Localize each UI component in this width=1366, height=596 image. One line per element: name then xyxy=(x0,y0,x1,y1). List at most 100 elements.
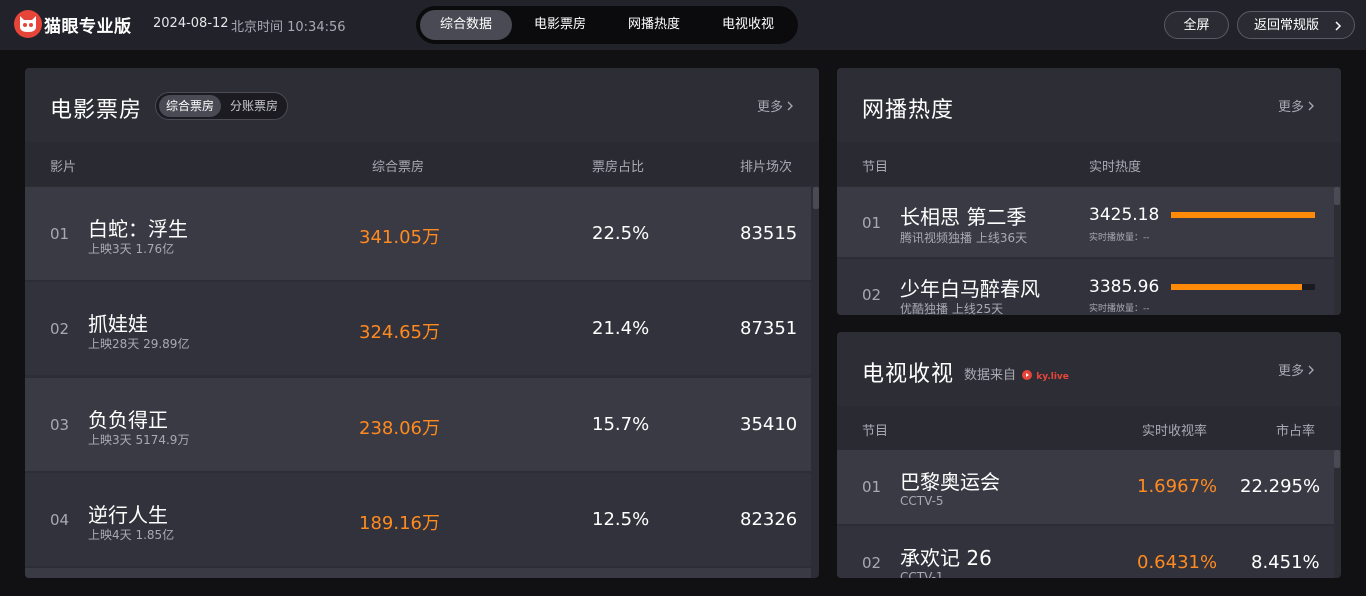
gross-share: 12.5% xyxy=(592,509,650,530)
chevron-right-icon xyxy=(1308,101,1315,111)
heat-bar xyxy=(1171,212,1315,218)
total-gross: 324.65万 xyxy=(359,322,440,343)
box-office-header-row: 影片 综合票房 票房占比 排片场次 xyxy=(25,142,819,186)
web-heat-card: 网播热度 更多 节目 实时热度 01 长相思 第二季 腾讯视频独播 上线36天 … xyxy=(837,68,1341,315)
heat-value: 3425.18 xyxy=(1089,205,1160,225)
box-office-scrollbar[interactable] xyxy=(813,187,819,209)
heat-play-label: 实时播放量：-- xyxy=(1089,304,1150,314)
table-row[interactable]: 01 长相思 第二季 腾讯视频独播 上线36天 3425.18 实时播放量：-- xyxy=(837,187,1334,257)
table-row[interactable]: 01 巴黎奥运会 CCTV-5 1.6967% 22.295% xyxy=(837,450,1334,524)
web-heat-header-row: 节目 实时热度 xyxy=(837,142,1341,186)
program-name: 承欢记 26 xyxy=(900,546,992,570)
gross-share: 15.7% xyxy=(592,414,650,435)
segment-total-gross[interactable]: 综合票房 xyxy=(159,95,221,117)
chevron-right-icon xyxy=(1335,21,1342,31)
col-program: 节目 xyxy=(862,424,889,439)
data-source-label: 数据来自 xyxy=(964,368,1017,383)
chevron-right-icon xyxy=(1308,365,1315,375)
tv-rating-header-row: 节目 实时收视率 市占率 xyxy=(837,406,1341,450)
film-name: 负负得正 xyxy=(88,408,168,432)
film-name: 白蛇：浮生 xyxy=(88,217,188,241)
table-row[interactable]: 02 抓娃娃 上映28天 29.89亿 324.65万 21.4% 87351 xyxy=(25,282,811,375)
row-rank: 01 xyxy=(862,214,882,232)
return-classic-button[interactable]: 返回常规版 xyxy=(1237,11,1355,39)
row-rank: 03 xyxy=(50,416,70,434)
chevron-right-icon xyxy=(787,101,794,111)
heat-value: 3385.96 xyxy=(1089,277,1160,297)
box-office-more-link[interactable]: 更多 xyxy=(757,96,794,115)
more-label: 更多 xyxy=(1278,100,1305,115)
col-total-gross: 综合票房 xyxy=(372,160,425,175)
total-gross: 238.06万 xyxy=(359,418,440,439)
ky-live-play-icon xyxy=(1022,370,1033,380)
table-row[interactable]: 03 负负得正 上映3天 5174.9万 238.06万 15.7% 35410 xyxy=(25,378,811,471)
total-gross: 189.16万 xyxy=(359,513,440,534)
film-name: 逆行人生 xyxy=(88,503,168,527)
film-info: 上映4天 1.85亿 xyxy=(88,528,175,542)
film-info: 上映3天 1.76亿 xyxy=(88,242,175,256)
current-date: 2024-08-12 xyxy=(153,16,229,31)
show-count: 82326 xyxy=(740,509,798,530)
more-label: 更多 xyxy=(757,100,784,115)
tab-box-office[interactable]: 电影票房 xyxy=(514,10,606,40)
table-row[interactable]: 04 逆行人生 上映4天 1.85亿 189.16万 12.5% 82326 xyxy=(25,473,811,566)
col-realtime-rating: 实时收视率 xyxy=(1142,424,1208,439)
program-info: 优酷独播 上线25天 xyxy=(900,302,1004,315)
row-rank: 02 xyxy=(50,320,70,338)
ky-live-brand: ky.live xyxy=(1036,372,1069,382)
program-name: 少年白马醉春风 xyxy=(900,277,1040,301)
film-info: 上映28天 29.89亿 xyxy=(88,337,190,351)
gross-share: 21.4% xyxy=(592,318,650,339)
program-name: 长相思 第二季 xyxy=(900,205,1027,229)
tv-rating-title: 电视收视 xyxy=(862,362,955,387)
table-row xyxy=(25,568,811,578)
box-office-title: 电影票房 xyxy=(50,98,143,123)
segment-split-gross[interactable]: 分账票房 xyxy=(223,95,285,117)
col-shows: 排片场次 xyxy=(740,160,793,175)
realtime-rating: 1.6967% xyxy=(1137,476,1218,497)
channel-name: CCTV-1 xyxy=(900,570,944,578)
brand-name: 猫眼专业版 xyxy=(44,17,132,37)
tab-tv-rating[interactable]: 电视收视 xyxy=(702,10,794,40)
film-info: 上映3天 5174.9万 xyxy=(88,433,190,447)
show-count: 83515 xyxy=(740,223,798,244)
box-office-segment: 综合票房 分账票房 xyxy=(155,92,288,120)
return-classic-label: 返回常规版 xyxy=(1254,18,1320,33)
col-realtime-heat: 实时热度 xyxy=(1089,160,1142,175)
col-film: 影片 xyxy=(50,160,77,175)
row-rank: 04 xyxy=(50,511,70,529)
data-source: 数据来自 ky.live xyxy=(964,364,1069,383)
tab-overview[interactable]: 综合数据 xyxy=(420,10,512,40)
more-label: 更多 xyxy=(1278,364,1305,379)
col-program: 节目 xyxy=(862,160,889,175)
tv-rating-more-link[interactable]: 更多 xyxy=(1278,360,1315,379)
table-row[interactable]: 01 白蛇：浮生 上映3天 1.76亿 341.05万 22.5% 83515 xyxy=(25,187,811,280)
web-heat-title: 网播热度 xyxy=(862,98,955,123)
cat-eye-logo-icon xyxy=(14,10,42,38)
total-gross: 341.05万 xyxy=(359,227,440,248)
tab-web-heat[interactable]: 网播热度 xyxy=(608,10,700,40)
web-heat-more-link[interactable]: 更多 xyxy=(1278,96,1315,115)
program-name: 巴黎奥运会 xyxy=(900,470,1000,494)
table-row[interactable]: 02 承欢记 26 CCTV-1 0.6431% 8.451% xyxy=(837,526,1334,578)
program-info: 腾讯视频独播 上线36天 xyxy=(900,231,1028,245)
col-share: 票房占比 xyxy=(592,160,645,175)
film-name: 抓娃娃 xyxy=(88,312,148,336)
web-heat-scrollbar[interactable] xyxy=(1334,187,1340,205)
gross-share: 22.5% xyxy=(592,223,650,244)
tv-rating-card: 电视收视 数据来自 ky.live 更多 节目 实时收视率 市占率 01 巴黎奥… xyxy=(837,332,1341,578)
table-row[interactable]: 02 少年白马醉春风 优酷独播 上线25天 3385.96 实时播放量：-- xyxy=(837,259,1334,315)
heat-bar-fill xyxy=(1171,212,1315,218)
channel-name: CCTV-5 xyxy=(900,494,944,508)
row-rank: 02 xyxy=(862,554,882,572)
show-count: 87351 xyxy=(740,318,798,339)
col-market-share: 市占率 xyxy=(1276,424,1316,439)
row-rank: 02 xyxy=(862,286,882,304)
beijing-clock: 北京时间 10:34:56 xyxy=(231,20,346,35)
row-rank: 01 xyxy=(50,225,70,243)
box-office-card: 电影票房 综合票房 分账票房 更多 影片 综合票房 票房占比 排片场次 01 白… xyxy=(25,68,819,578)
tv-rating-scrollbar[interactable] xyxy=(1334,450,1340,468)
main-nav: 综合数据 电影票房 网播热度 电视收视 xyxy=(416,6,798,44)
row-rank: 01 xyxy=(862,478,882,496)
fullscreen-button[interactable]: 全屏 xyxy=(1164,11,1229,39)
